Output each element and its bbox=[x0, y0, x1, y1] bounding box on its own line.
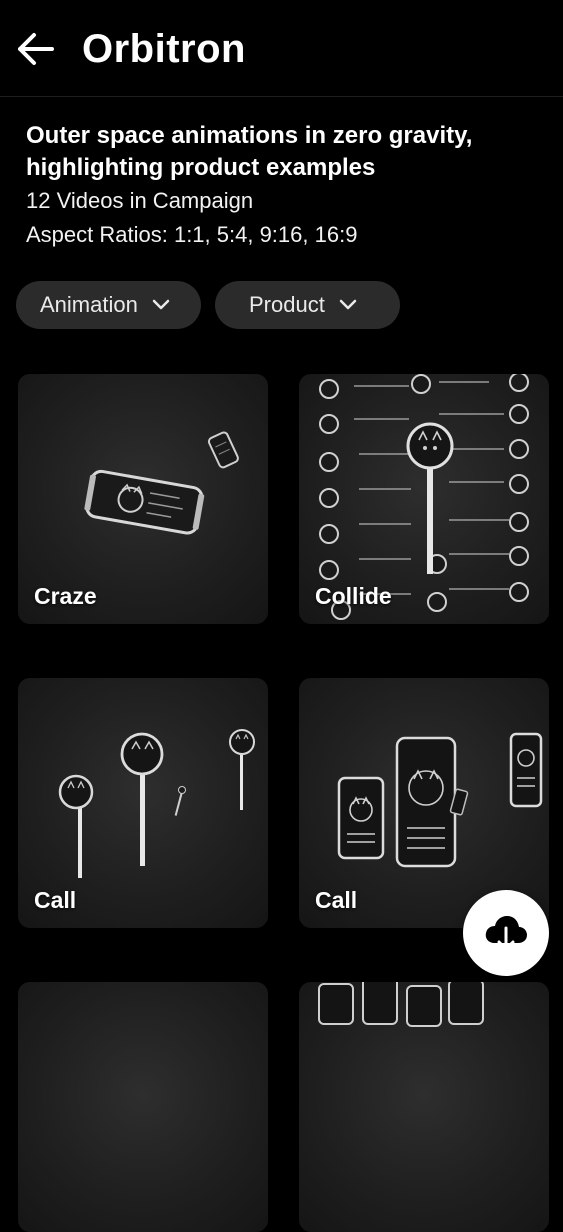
campaign-headline: Outer space animations in zero gravity, … bbox=[26, 122, 473, 181]
video-card-collide[interactable]: Collide bbox=[299, 374, 549, 624]
video-thumbnail bbox=[318, 982, 484, 1027]
back-button[interactable] bbox=[14, 28, 56, 70]
arrow-left-icon bbox=[18, 33, 54, 65]
video-title: Collide bbox=[315, 583, 392, 609]
campaign-info: Outer space animations in zero gravity, … bbox=[26, 120, 546, 252]
download-button[interactable] bbox=[463, 890, 549, 976]
aspect-ratios: Aspect Ratios: 1:1, 5:4, 9:16, 16:9 bbox=[26, 222, 358, 247]
app-header: Orbitron bbox=[0, 0, 563, 97]
filter-animation-dropdown[interactable]: Animation bbox=[16, 281, 201, 329]
video-card-call-lollipops[interactable]: Call bbox=[18, 678, 268, 928]
video-card-partial-1[interactable] bbox=[18, 982, 268, 1232]
video-card-partial-2[interactable] bbox=[299, 982, 549, 1232]
video-card-craze[interactable]: Craze bbox=[18, 374, 268, 624]
video-title: Craze bbox=[34, 583, 97, 609]
filter-product-dropdown[interactable]: Product bbox=[215, 281, 400, 329]
page-title: Orbitron bbox=[82, 27, 246, 71]
filter-bar: Animation Product bbox=[16, 281, 400, 329]
chevron-down-icon bbox=[339, 299, 357, 310]
video-count: 12 Videos in Campaign bbox=[26, 188, 254, 213]
filter-animation-label: Animation bbox=[40, 292, 138, 317]
video-title: Call bbox=[315, 887, 358, 913]
filter-product-label: Product bbox=[249, 292, 325, 317]
video-title: Call bbox=[34, 887, 77, 913]
chevron-down-icon bbox=[152, 299, 170, 310]
cloud-download-icon bbox=[485, 916, 527, 951]
